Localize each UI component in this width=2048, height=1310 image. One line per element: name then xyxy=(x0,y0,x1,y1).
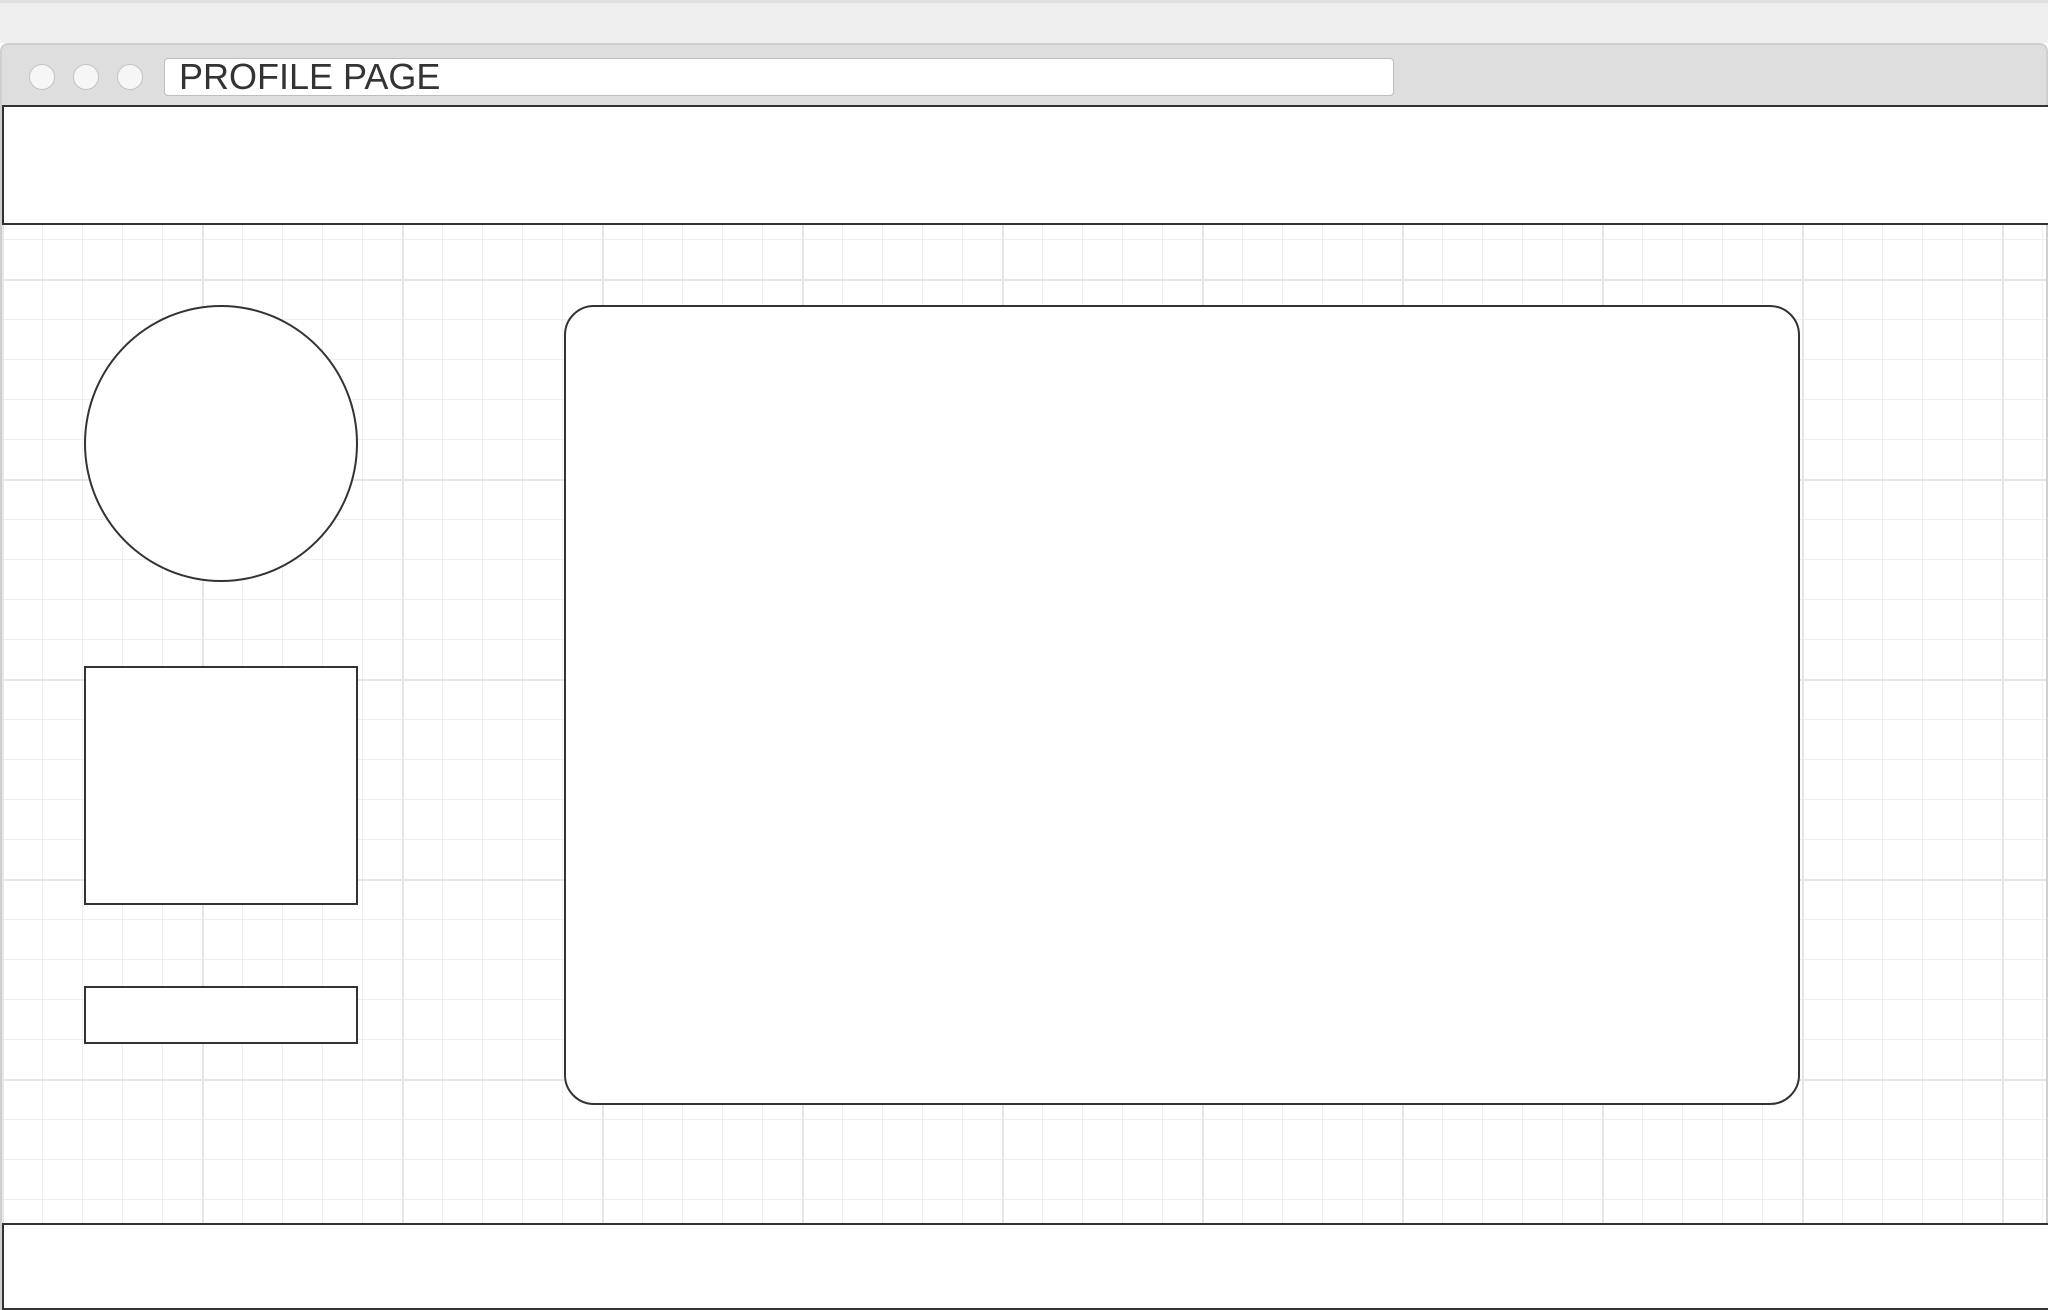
main-content-placeholder xyxy=(564,305,1800,1105)
footer-placeholder xyxy=(2,1223,2048,1310)
profile-info-placeholder xyxy=(84,666,358,905)
browser-toolbar: PROFILE PAGE xyxy=(0,43,2048,105)
window-close-button[interactable] xyxy=(29,64,55,90)
window-maximize-button[interactable] xyxy=(117,64,143,90)
action-button-placeholder[interactable] xyxy=(84,986,358,1044)
address-bar[interactable]: PROFILE PAGE xyxy=(164,58,1394,96)
header-placeholder xyxy=(2,105,2048,225)
top-strip xyxy=(0,0,2048,43)
browser-window: PROFILE PAGE xyxy=(0,43,2048,1310)
page-viewport xyxy=(0,105,2048,1310)
window-minimize-button[interactable] xyxy=(73,64,99,90)
avatar-placeholder xyxy=(84,305,358,582)
